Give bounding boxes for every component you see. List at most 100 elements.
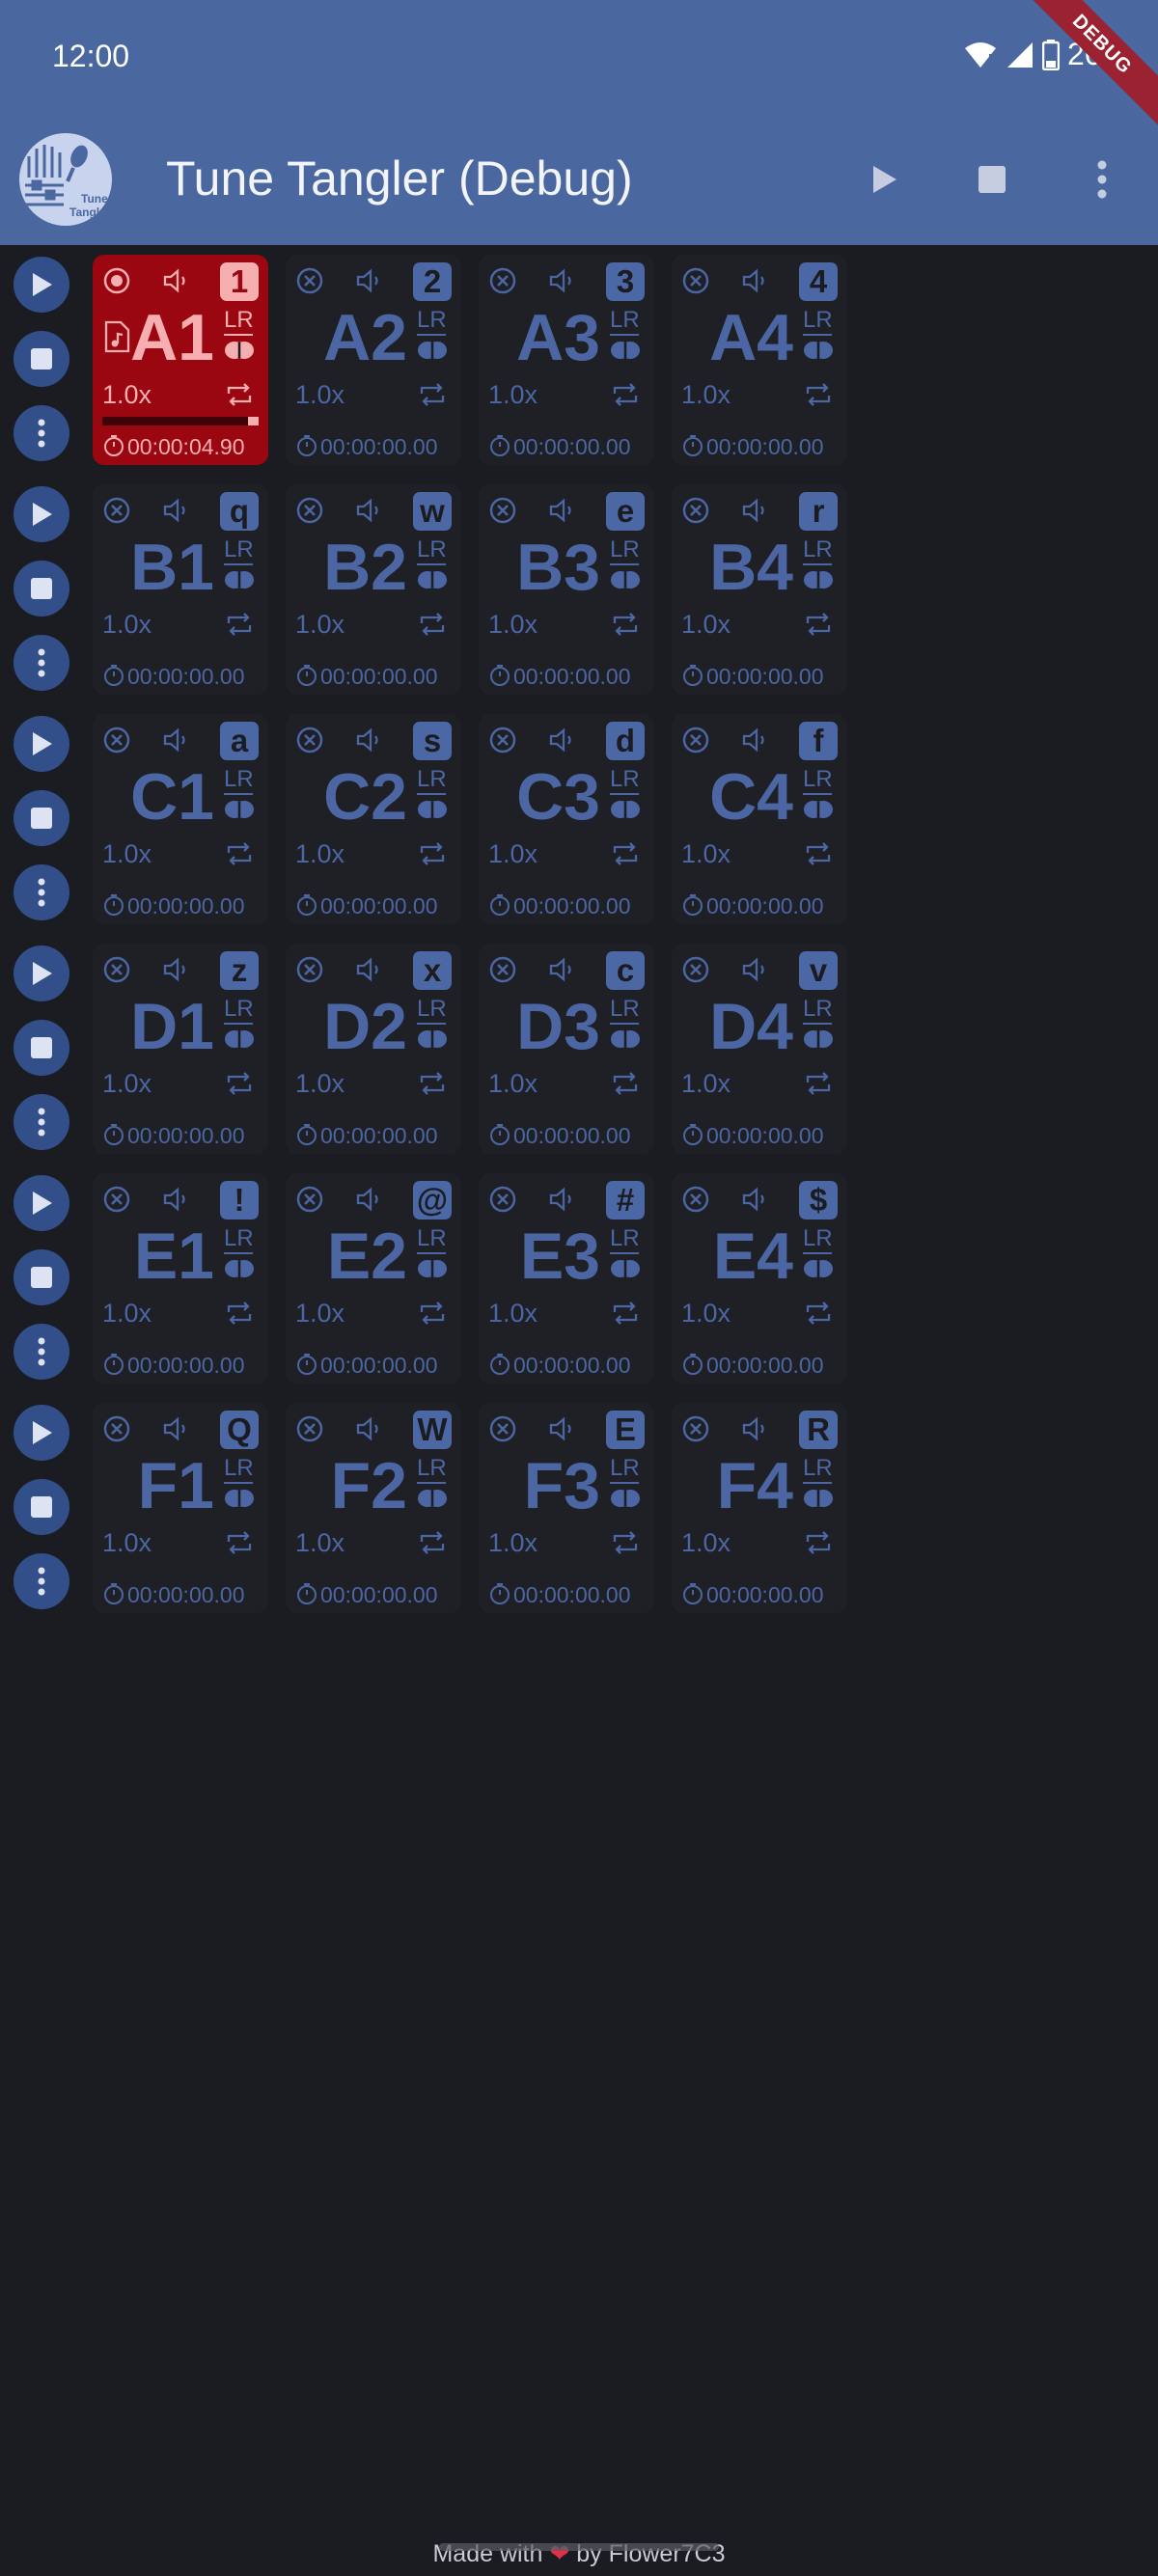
pan-lr-label[interactable]: LR [417,1457,447,1480]
speed-label[interactable]: 1.0x [102,1069,152,1099]
speed-label[interactable]: 1.0x [488,380,538,410]
volume-icon[interactable] [741,496,772,525]
close-circle-icon[interactable] [295,1414,324,1443]
volume-icon[interactable] [355,496,386,525]
volume-icon[interactable] [355,726,386,754]
loop-icon[interactable] [610,1299,641,1328]
volume-icon[interactable] [741,726,772,754]
volume-icon[interactable] [741,1414,772,1443]
pan-lr-icon[interactable] [415,1258,450,1279]
volume-icon[interactable] [741,1185,772,1214]
speed-label[interactable]: 1.0x [295,1528,345,1558]
sound-tile[interactable]: ! E1 LR 1.0x 00:00:00.00 [93,1173,268,1384]
pan-lr-label[interactable]: LR [610,768,640,791]
pan-lr-icon[interactable] [608,1258,643,1279]
speed-label[interactable]: 1.0x [681,380,731,410]
sound-tile[interactable]: q B1 LR 1.0x 00:00:00.00 [93,484,268,695]
pan-lr-label[interactable]: LR [803,309,833,332]
pan-lr-label[interactable]: LR [417,768,447,791]
volume-icon[interactable] [162,726,193,754]
speed-label[interactable]: 1.0x [488,1299,538,1329]
row-play-button[interactable] [14,257,69,313]
pan-lr-icon[interactable] [415,340,450,361]
pan-lr-label[interactable]: LR [803,998,833,1021]
pan-lr-icon[interactable] [801,1028,836,1050]
pan-lr-icon[interactable] [222,1258,257,1279]
sound-tile[interactable]: 3 A3 LR 1.0x 00:00:00.00 [479,255,654,465]
loop-icon[interactable] [224,839,255,868]
volume-icon[interactable] [355,1185,386,1214]
pan-lr-icon[interactable] [222,340,257,361]
speed-label[interactable]: 1.0x [295,610,345,640]
volume-icon[interactable] [548,1185,579,1214]
volume-icon[interactable] [355,266,386,295]
loop-icon[interactable] [803,1528,834,1557]
pan-lr-icon[interactable] [415,569,450,590]
speed-label[interactable]: 1.0x [295,1299,345,1329]
pan-lr-icon[interactable] [801,569,836,590]
pan-lr-icon[interactable] [801,1488,836,1509]
loop-icon[interactable] [224,1299,255,1328]
close-circle-icon[interactable] [295,955,324,984]
loop-icon[interactable] [224,1069,255,1098]
speed-label[interactable]: 1.0x [102,380,152,410]
pan-lr-label[interactable]: LR [610,1227,640,1250]
speed-label[interactable]: 1.0x [102,610,152,640]
row-stop-button[interactable] [14,790,69,846]
close-circle-icon[interactable] [295,1185,324,1214]
loop-icon[interactable] [803,1299,834,1328]
volume-icon[interactable] [355,1414,386,1443]
sound-tile[interactable]: 1 A1 LR 1.0x 00:00:04.90 [93,255,268,465]
sound-tile[interactable]: Q F1 LR 1.0x 00:00:00.00 [93,1403,268,1613]
pan-lr-icon[interactable] [415,1028,450,1050]
sound-tile[interactable]: @ E2 LR 1.0x 00:00:00.00 [286,1173,461,1384]
sound-tile[interactable]: # E3 LR 1.0x 00:00:00.00 [479,1173,654,1384]
speed-label[interactable]: 1.0x [295,380,345,410]
volume-icon[interactable] [355,955,386,984]
sound-tile[interactable]: $ E4 LR 1.0x 00:00:00.00 [672,1173,847,1384]
close-circle-icon[interactable] [102,496,131,525]
volume-icon[interactable] [741,266,772,295]
pan-lr-icon[interactable] [222,569,257,590]
speed-label[interactable]: 1.0x [102,1528,152,1558]
loop-icon[interactable] [803,380,834,409]
close-circle-icon[interactable] [295,726,324,754]
loop-icon[interactable] [610,1528,641,1557]
sound-tile[interactable]: v D4 LR 1.0x 00:00:00.00 [672,944,847,1154]
speed-label[interactable]: 1.0x [295,1069,345,1099]
row-more-button[interactable] [14,1324,69,1380]
speed-label[interactable]: 1.0x [488,610,538,640]
sound-tile[interactable]: c D3 LR 1.0x 00:00:00.00 [479,944,654,1154]
row-stop-button[interactable] [14,331,69,387]
sound-tile[interactable]: r B4 LR 1.0x 00:00:00.00 [672,484,847,695]
sound-tile[interactable]: a C1 LR 1.0x 00:00:00.00 [93,714,268,924]
sound-tile[interactable]: w B2 LR 1.0x 00:00:00.00 [286,484,461,695]
pan-lr-label[interactable]: LR [610,1457,640,1480]
pan-lr-icon[interactable] [801,799,836,820]
pan-lr-label[interactable]: LR [417,538,447,562]
row-more-button[interactable] [14,1553,69,1609]
speed-label[interactable]: 1.0x [681,610,731,640]
loop-icon[interactable] [224,1528,255,1557]
pan-lr-icon[interactable] [608,799,643,820]
speed-label[interactable]: 1.0x [681,1299,731,1329]
row-more-button[interactable] [14,1094,69,1150]
playback-progress-bar[interactable] [102,417,259,425]
row-play-button[interactable] [14,486,69,542]
loop-icon[interactable] [610,839,641,868]
loop-icon[interactable] [417,1299,448,1328]
speed-label[interactable]: 1.0x [488,1528,538,1558]
close-circle-icon[interactable] [488,1414,517,1443]
row-more-button[interactable] [14,405,69,461]
pan-lr-label[interactable]: LR [224,998,254,1021]
sound-tile[interactable]: s C2 LR 1.0x 00:00:00.00 [286,714,461,924]
row-stop-button[interactable] [14,1479,69,1535]
close-circle-icon[interactable] [102,726,131,754]
pan-lr-icon[interactable] [222,799,257,820]
volume-icon[interactable] [548,1414,579,1443]
row-stop-button[interactable] [14,1249,69,1305]
volume-icon[interactable] [548,496,579,525]
sound-tile[interactable]: 2 A2 LR 1.0x 00:00:00.00 [286,255,461,465]
row-more-button[interactable] [14,635,69,691]
pan-lr-label[interactable]: LR [224,309,254,332]
